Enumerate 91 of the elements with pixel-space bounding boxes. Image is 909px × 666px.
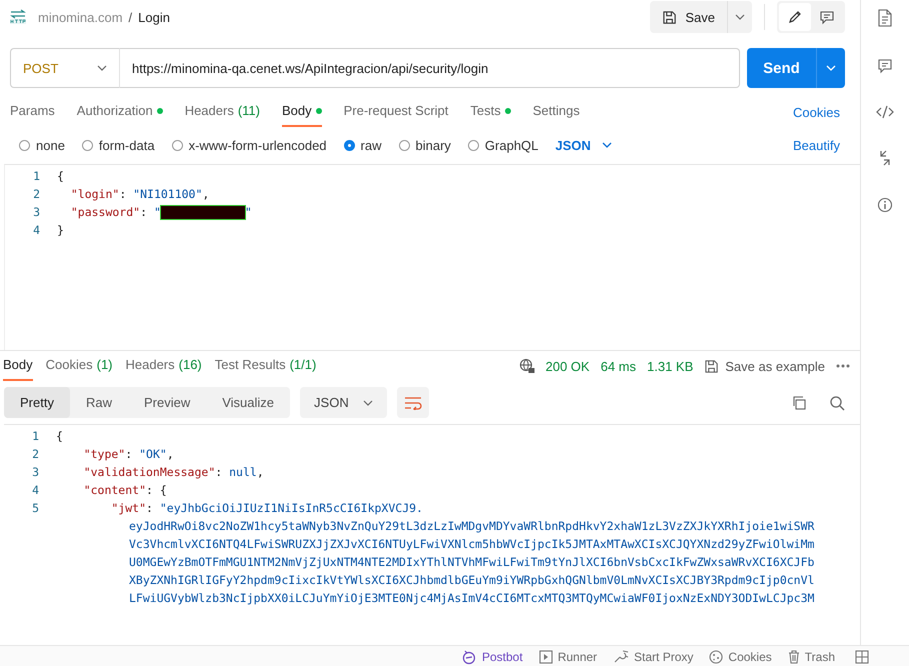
code-line: }: [57, 223, 64, 237]
radio-option[interactable]: form-data: [82, 138, 155, 152]
code-token: ": [154, 204, 161, 219]
body-format-dropdown[interactable]: JSON: [555, 138, 612, 152]
radio-option[interactable]: binary: [398, 138, 451, 152]
code-token: ": [244, 204, 252, 219]
tab[interactable]: Tests: [470, 97, 511, 127]
breadcrumb-separator: /: [128, 10, 132, 24]
code-line: XByZXNhIGRlIGFyY2hpdm9cIixcIkVtYWlsXCI6XCJhbmdlbGEuYm9iYWRpbGxhQGNlbmV0LmNvXCIsXCJBY3Rpdm9cIjp0cnVl: [129, 573, 814, 587]
radio-option[interactable]: x-www-form-urlencoded: [172, 138, 327, 152]
more-icon[interactable]: [836, 364, 850, 368]
code-line: "content": {: [82, 483, 167, 497]
code-line: "jwt": "eyJhbGciOiJIUzI1NiIsInR5cCI6IkpXVCJ9.: [110, 501, 423, 515]
copy-icon[interactable]: [791, 394, 807, 410]
chevron-down-icon: [602, 142, 612, 148]
http-icon: [8, 9, 28, 25]
breadcrumb-link[interactable]: minomina.com: [38, 10, 123, 24]
search-icon[interactable]: [829, 394, 845, 410]
info-icon[interactable]: [877, 197, 893, 213]
status-bar-button[interactable]: Cookies: [709, 648, 772, 664]
line-number: 3: [31, 465, 39, 479]
method-dropdown[interactable]: POST: [10, 48, 120, 88]
status-bar-button[interactable]: Postbot: [460, 648, 523, 664]
line-number: 4: [31, 483, 39, 497]
tab[interactable]: Body: [282, 97, 322, 127]
tab[interactable]: Pre-request Script: [344, 97, 448, 127]
code-token: :: [140, 204, 148, 219]
line-number: 3: [32, 205, 40, 219]
save-icon: [662, 10, 678, 24]
globe-lock-icon: [518, 358, 534, 374]
chevron-down-icon: [735, 14, 745, 20]
status-bar-button[interactable]: Trash: [788, 648, 835, 664]
code-token: "password": [70, 204, 140, 219]
code-line: "login": "NI101100",: [70, 187, 210, 201]
line-number: 2: [31, 447, 39, 461]
radio-option[interactable]: none: [19, 138, 65, 152]
edit-button[interactable]: [779, 3, 811, 31]
cookies-link[interactable]: Cookies: [793, 104, 840, 120]
code-line: eyJodHRwOi8vc2NoZW1hcy5taWNyb3NvZnQuY29tL3dzLzIwMDgvMDYvaWRlbnRpdHkvY2xhaW1zL3VzZXJkYXRhIjoie1wiSWR: [129, 519, 814, 533]
tab[interactable]: Authorization: [76, 97, 163, 127]
chevron-down-icon: [97, 65, 107, 71]
comment-icon: [819, 9, 835, 25]
view-mode-tab[interactable]: Pretty: [4, 387, 70, 418]
tab[interactable]: Settings: [532, 97, 580, 127]
pencil-icon: [787, 9, 803, 25]
arrows-icon[interactable]: [878, 150, 892, 166]
status-code: 200 OK: [546, 358, 590, 374]
radio-option[interactable]: raw: [344, 138, 382, 152]
code-line: "validationMessage": null,: [82, 465, 264, 479]
tab[interactable]: Headers (11): [184, 97, 260, 127]
code-line: U0MGEwYzBmOTFmMGU1NTM2NmVjZjUxNTM4NTE2MDIxYThlNTVhMFwiLFwiTm9tYnJlXCI6bnVsbCxcIkFwZWxsaWRvXCI6XCJFb: [129, 555, 814, 569]
tab[interactable]: Params: [10, 97, 55, 127]
wrap-icon: [404, 396, 422, 410]
line-number: 2: [32, 187, 40, 201]
line-number: 5: [31, 501, 39, 515]
view-mode-tab[interactable]: Raw: [70, 387, 128, 418]
status-bar-button[interactable]: Runner: [538, 648, 598, 664]
radio-option[interactable]: GraphQL: [468, 138, 538, 152]
tab[interactable]: Headers (16): [126, 351, 202, 381]
save-icon: [704, 358, 720, 374]
response-time: 64 ms: [600, 358, 636, 374]
tab[interactable]: Test Results (1/1): [214, 351, 316, 381]
line-number: 4: [32, 223, 40, 237]
chevron-down-icon: [826, 65, 836, 71]
code-line: Vc3VhcmlvXCI6NTQ4LFwiSWRUZXJjZXJvXCI6NTUyLFwiVXNlcm5hbWVcIjpcIk5JMTAxMTAwXCIsXCJQYXNzd29yZFwiOlwiMm: [129, 537, 814, 551]
document-icon[interactable]: [877, 9, 893, 27]
wrap-lines-button[interactable]: [396, 387, 429, 418]
tab[interactable]: Body: [3, 351, 33, 381]
code-line: {: [56, 429, 63, 443]
comment-icon[interactable]: [877, 58, 893, 74]
play-icon: [538, 650, 553, 664]
response-size: 1.31 KB: [647, 358, 694, 374]
cookie-icon: [709, 650, 724, 664]
chevron-down-icon: [362, 400, 373, 406]
view-mode-tab[interactable]: Visualize: [206, 387, 290, 418]
status-bar-button[interactable]: Start Proxy: [613, 648, 694, 664]
request-title: Login: [138, 10, 170, 24]
format-dropdown[interactable]: JSON: [300, 387, 387, 418]
code-line: "type": "OK",: [82, 447, 174, 461]
view-mode-tab[interactable]: Preview: [128, 387, 206, 418]
code-line: {: [57, 169, 64, 183]
url-field[interactable]: https://minomina-qa.cenet.ws/ApiIntegracion/api/security/login: [120, 48, 740, 88]
line-number: 1: [32, 169, 40, 183]
code-line: LFwiUGVybWlzb3NcIjpbXX0iLCJuYmYiOjE3MTE0Njc4MjAsImV4cCI6MTcxMTQ3MTQyMCwiaWF0IjoxNzExNDY3ODIwLCJpc3M: [129, 591, 814, 605]
layout-icon[interactable]: [855, 650, 869, 664]
code-icon[interactable]: [876, 105, 894, 119]
line-number: 1: [31, 429, 39, 443]
beautify-link[interactable]: Beautify: [793, 138, 840, 152]
tab[interactable]: Cookies (1): [46, 351, 112, 381]
trash-icon: [788, 650, 800, 664]
save-as-example-button[interactable]: Save as example: [704, 358, 825, 374]
